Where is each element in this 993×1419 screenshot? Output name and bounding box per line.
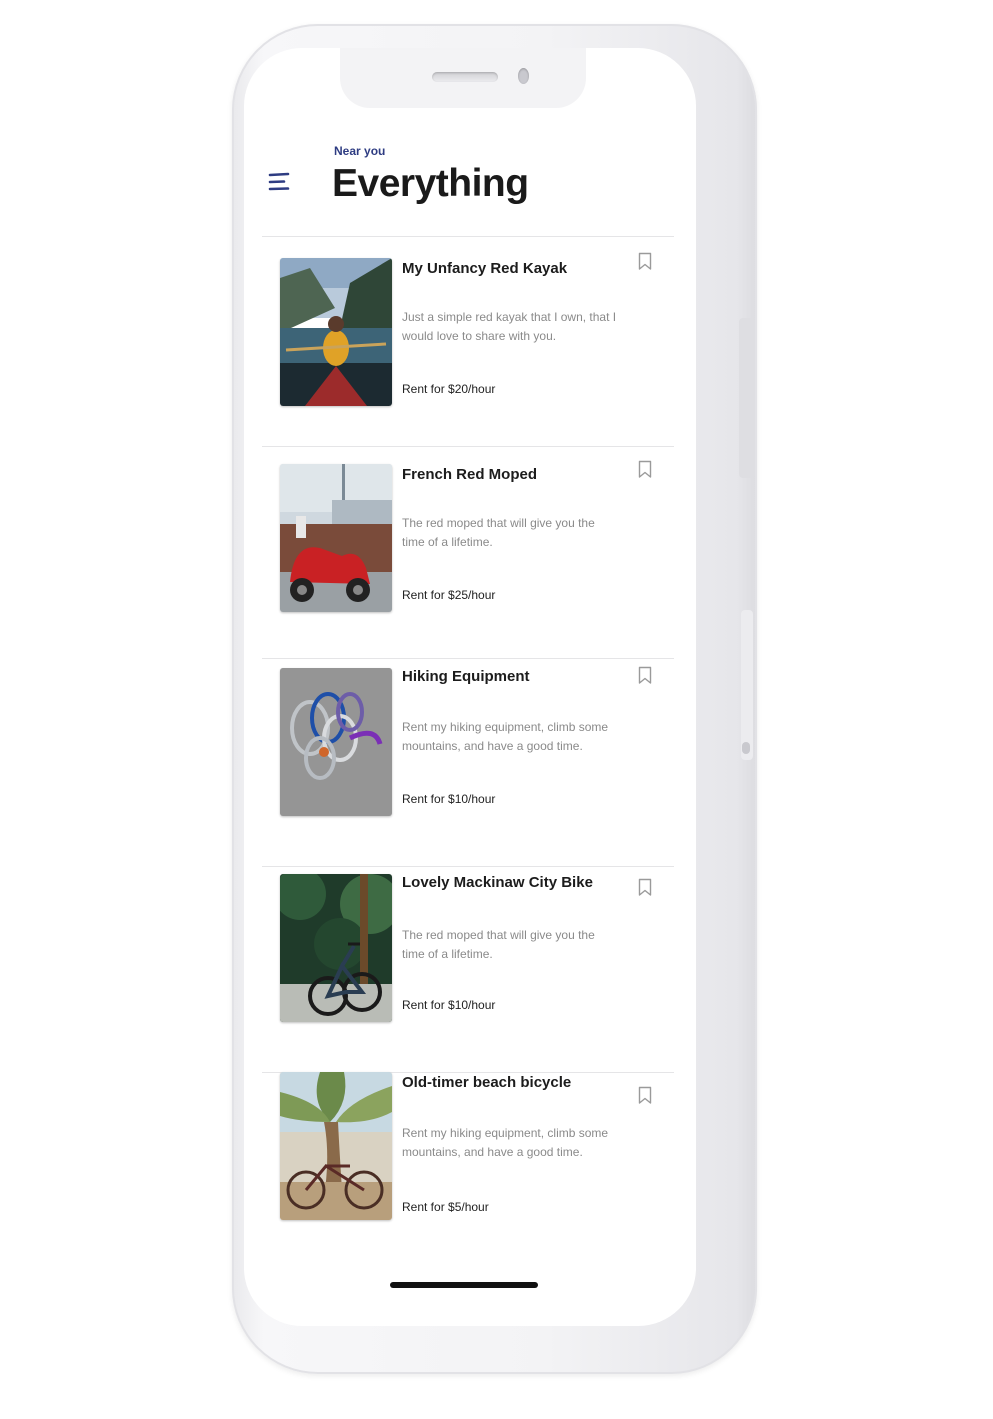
- list-item[interactable]: My Unfancy Red Kayak Just a simple red k…: [244, 250, 696, 446]
- header-divider: [262, 236, 674, 237]
- listing-description: Rent my hiking equipment, climb some mou…: [402, 720, 609, 753]
- listing-title: Lovely Mackinaw City Bike: [402, 874, 593, 891]
- listing-title: French Red Moped: [402, 466, 538, 483]
- location-label: Near you: [334, 144, 386, 158]
- listing-description: The red moped that will give you the tim…: [402, 928, 595, 961]
- listing-title: My Unfancy Red Kayak: [402, 260, 568, 277]
- list-item[interactable]: Old-timer beach bicycle Rent my hiking e…: [244, 1060, 696, 1256]
- listing-price: Rent for $25/hour: [402, 588, 496, 602]
- bookmark-outline-icon[interactable]: [638, 878, 652, 897]
- page-header: Near you Everything: [244, 136, 696, 236]
- listing-price: Rent for $20/hour: [402, 382, 496, 396]
- notch: [340, 48, 586, 108]
- listing-price: Rent for $10/hour: [402, 792, 496, 806]
- row-divider: [262, 446, 674, 447]
- app-screen: Near you Everything My Unfancy Red Kayak…: [244, 48, 696, 1326]
- carabiners-photo: [280, 668, 392, 816]
- kayak-photo: [280, 258, 392, 406]
- speaker-grille: [432, 72, 498, 82]
- listing-price: Rent for $5/hour: [402, 1200, 489, 1214]
- device-mockup: Near you Everything My Unfancy Red Kayak…: [0, 0, 993, 1419]
- page-title: Everything: [332, 162, 529, 205]
- beach-bicycle-photo: [280, 1072, 392, 1220]
- listing-title: Old-timer beach bicycle: [402, 1074, 572, 1091]
- side-sensor: [742, 742, 750, 754]
- list-item[interactable]: Lovely Mackinaw City Bike The red moped …: [244, 864, 696, 1060]
- home-indicator[interactable]: [390, 1282, 538, 1288]
- listing-description: Just a simple red kayak that I own, that…: [402, 310, 617, 343]
- bookmark-outline-icon[interactable]: [638, 460, 652, 479]
- listing-price: Rent for $10/hour: [402, 998, 496, 1012]
- front-camera: [518, 68, 529, 84]
- side-button: [741, 610, 753, 760]
- listing-description: The red moped that will give you the tim…: [402, 516, 595, 549]
- listing-title: Hiking Equipment: [402, 668, 530, 685]
- hamburger-menu-icon[interactable]: [268, 170, 292, 194]
- bookmark-outline-icon[interactable]: [638, 1086, 652, 1105]
- bookmark-outline-icon[interactable]: [638, 252, 652, 271]
- list-item[interactable]: Hiking Equipment Rent my hiking equipmen…: [244, 658, 696, 854]
- moped-photo: [280, 464, 392, 612]
- power-button: [739, 318, 755, 478]
- bike-photo: [280, 874, 392, 1022]
- bookmark-outline-icon[interactable]: [638, 666, 652, 685]
- list-item[interactable]: French Red Moped The red moped that will…: [244, 456, 696, 652]
- listing-description: Rent my hiking equipment, climb some mou…: [402, 1126, 609, 1159]
